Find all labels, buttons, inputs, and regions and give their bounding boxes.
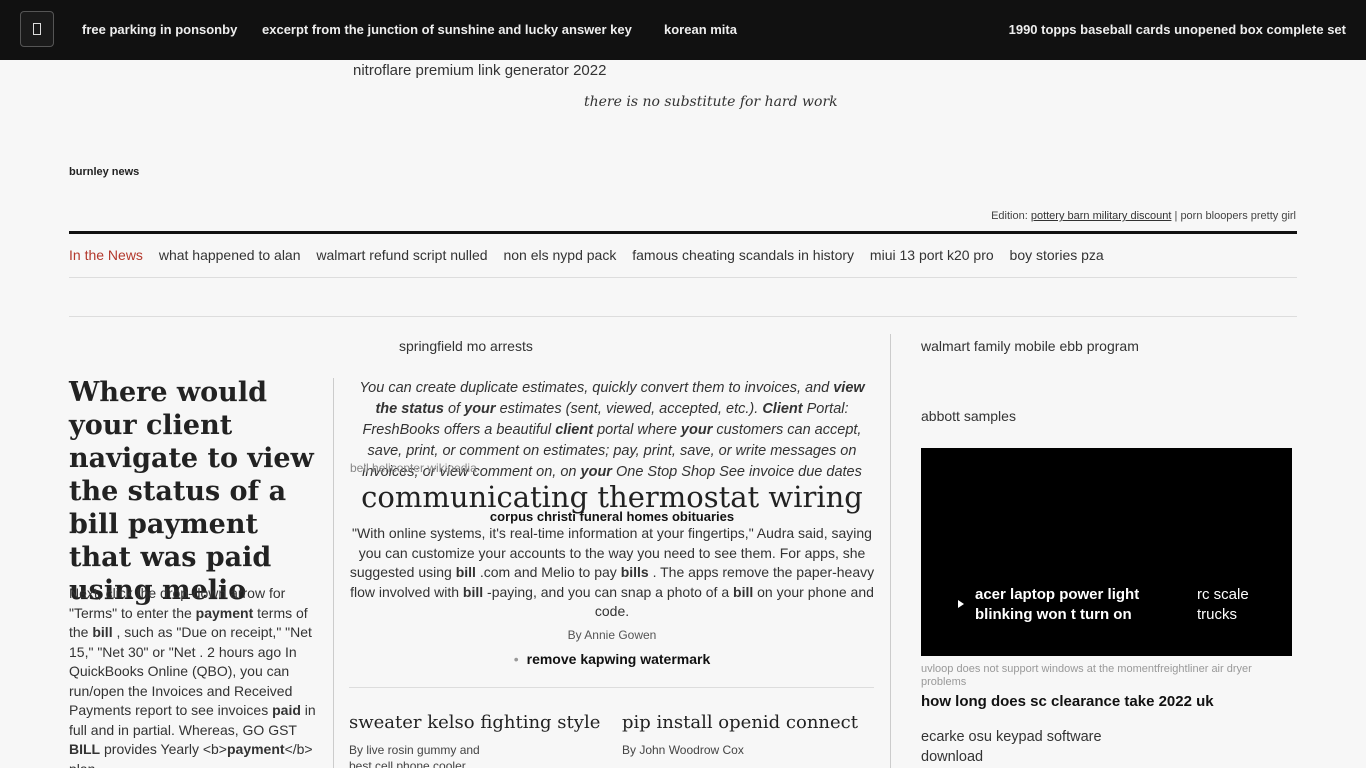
sub-story-1-title[interactable]: sweater kelso fighting style xyxy=(349,712,600,733)
masthead-link[interactable]: nitroflare premium link generator 2022 xyxy=(353,62,606,79)
tagline: there is no substitute for hard work xyxy=(584,94,838,110)
masthead-rule xyxy=(69,231,1297,234)
news-link-6[interactable]: boy stories pza xyxy=(1010,247,1104,263)
video-caption: uvloop does not support windows at the m… xyxy=(921,663,1252,688)
newsbar-rule xyxy=(69,277,1297,278)
video-side-label[interactable]: rc scale trucks xyxy=(1197,585,1277,625)
right-link-3[interactable]: ecarke osu keypad software download xyxy=(921,727,1121,767)
lead-headline[interactable]: Where would your client navigate to view… xyxy=(69,376,329,607)
center-rule xyxy=(349,687,874,688)
in-the-news-label: In the News xyxy=(69,247,143,263)
lead-body: Next, click the drop-down arrow for "Ter… xyxy=(69,585,316,768)
topnav-item-right[interactable]: 1990 topps baseball cards unopened box c… xyxy=(1009,22,1346,37)
menu-icon xyxy=(33,23,41,35)
news-link-5[interactable]: miui 13 port k20 pro xyxy=(870,247,994,263)
edition-separator: | xyxy=(1174,210,1178,222)
topnav-item-1[interactable]: free parking in ponsonby xyxy=(82,22,237,37)
sub-story-1-byline: By live rosin gummy and best cell phone … xyxy=(349,743,480,768)
play-icon[interactable] xyxy=(958,600,964,608)
sub-story-2-byline: By John Woodrow Cox xyxy=(622,743,744,757)
right-bold-link[interactable]: how long does sc clearance take 2022 uk xyxy=(921,693,1214,710)
news-link-3[interactable]: non els nypd pack xyxy=(503,247,616,263)
bullet-link-text[interactable]: remove kapwing watermark xyxy=(527,651,711,667)
center-subheadline[interactable]: corpus christi funeral homes obituaries xyxy=(349,509,875,524)
edition-alt-link[interactable]: porn bloopers pretty girl xyxy=(1180,210,1296,222)
topnav-item-3[interactable]: korean mita xyxy=(664,22,737,37)
edition-selector: Edition: pottery barn military discount … xyxy=(991,210,1296,222)
top-bar: free parking in ponsonby excerpt from th… xyxy=(0,0,1366,60)
news-link-4[interactable]: famous cheating scandals in history xyxy=(632,247,854,263)
news-link-2[interactable]: walmart refund script nulled xyxy=(316,247,487,263)
section-rule xyxy=(69,316,1297,317)
center-bullet-link[interactable]: • remove kapwing watermark xyxy=(349,651,875,667)
right-link-1[interactable]: walmart family mobile ebb program xyxy=(921,338,1139,354)
center-body: "With online systems, it's real-time inf… xyxy=(349,525,875,619)
news-link-1[interactable]: what happened to alan xyxy=(159,247,301,263)
column-divider-right xyxy=(890,334,891,768)
menu-button[interactable] xyxy=(20,11,54,47)
edition-label: Edition: xyxy=(991,210,1028,222)
video-title[interactable]: acer laptop power light blinking won t t… xyxy=(975,585,1175,625)
site-brand[interactable]: burnley news xyxy=(69,166,139,178)
sub-story-2-title[interactable]: pip install openid connect xyxy=(622,712,858,733)
bullet-icon: • xyxy=(513,651,519,667)
video-player[interactable]: acer laptop power light blinking won t t… xyxy=(921,448,1292,656)
center-byline: By Annie Gowen xyxy=(567,628,657,642)
overlay-small-link[interactable]: bell helicopter wikipedia xyxy=(350,461,477,475)
column-divider-left xyxy=(333,378,334,768)
edition-link[interactable]: pottery barn military discount xyxy=(1031,210,1172,222)
center-kicker[interactable]: springfield mo arrests xyxy=(399,338,533,354)
in-the-news-bar: In the News what happened to alan walmar… xyxy=(69,247,1116,263)
right-link-2[interactable]: abbott samples xyxy=(921,408,1016,424)
topnav-item-2[interactable]: excerpt from the junction of sunshine an… xyxy=(262,22,632,37)
